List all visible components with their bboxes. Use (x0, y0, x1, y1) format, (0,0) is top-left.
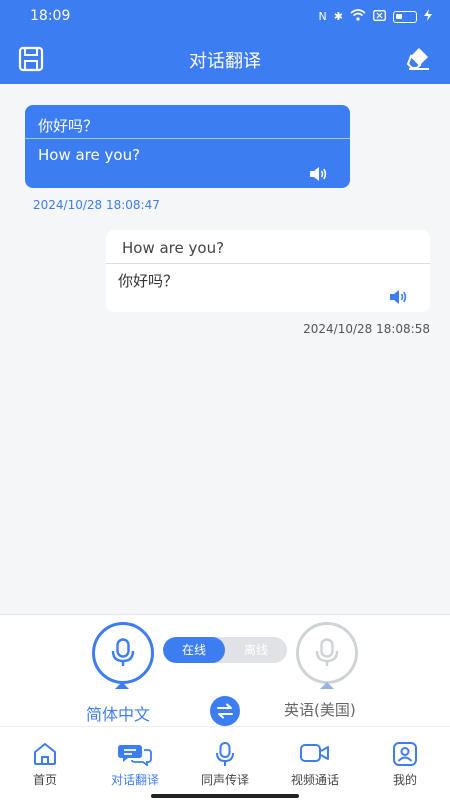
inactive-indicator (320, 682, 334, 689)
tab-label: 视频通话 (290, 773, 339, 787)
message-bubble-left[interactable]: 你好吗？ How are you? (25, 105, 350, 188)
tab-video-call[interactable]: 视频通话 (270, 727, 360, 800)
home-indicator[interactable] (151, 794, 299, 798)
eraser-icon (406, 48, 429, 70)
profile-icon (393, 742, 417, 766)
message-source-text: 你好吗？ (25, 105, 350, 139)
wifi-icon (350, 9, 366, 24)
tab-label: 同声传译 (200, 773, 249, 787)
conversation-list: 你好吗？ How are you? 2024/10/28 18:08:47 Ho… (0, 84, 450, 614)
message-translation-text: How are you? (38, 146, 141, 164)
tab-label: 首页 (32, 773, 57, 787)
nfc-icon: N (318, 10, 327, 23)
status-icons: N ✱ (319, 9, 432, 24)
mode-online[interactable]: 在线 (163, 637, 225, 663)
tab-conversation[interactable]: 对话翻译 (90, 727, 180, 800)
home-icon (34, 743, 56, 765)
speaker-icon[interactable] (388, 289, 408, 305)
page-title: 对话翻译 (189, 51, 261, 72)
message-timestamp: 2024/10/28 18:08:47 (33, 198, 160, 212)
mic-button-source[interactable] (92, 622, 154, 684)
message-translation-text: 你好吗？ (118, 272, 179, 290)
mic-icon (111, 638, 135, 666)
mic-icon (216, 742, 234, 766)
message-timestamp: 2024/10/28 18:08:58 (303, 322, 430, 336)
battery-icon (393, 10, 417, 23)
chat-icon (118, 745, 152, 766)
mode-offline[interactable]: 离线 (225, 637, 287, 663)
clear-button[interactable] (406, 45, 432, 71)
translation-controls: 在线 离线 简体中文 英语(美国) (0, 614, 450, 726)
source-language-select[interactable]: 简体中文 (86, 701, 150, 725)
message-bubble-right[interactable]: How are you? 你好吗？ (106, 230, 430, 312)
tab-label: 我的 (392, 773, 417, 787)
swap-languages-button[interactable] (210, 696, 240, 726)
speaker-icon[interactable] (308, 166, 328, 182)
message-source-text: How are you? (106, 230, 430, 264)
app-bar: 对话翻译 (0, 34, 450, 84)
tab-profile[interactable]: 我的 (360, 727, 450, 800)
video-icon (300, 744, 329, 762)
charging-icon (424, 9, 432, 24)
bottom-tab-bar: 首页 对话翻译 同声传译 视频通话 我的 (0, 726, 450, 800)
tab-home[interactable]: 首页 (0, 727, 90, 800)
bluetooth-icon: ✱ (333, 10, 343, 23)
tab-label: 对话翻译 (110, 773, 159, 787)
sim-icon (373, 9, 386, 24)
active-indicator (115, 682, 129, 689)
swap-icon (217, 703, 233, 719)
mic-icon (315, 638, 339, 666)
status-bar: 18:09 N ✱ (0, 0, 450, 34)
status-time: 18:09 (30, 8, 71, 24)
target-language-select[interactable]: 英语(美国) (284, 699, 356, 720)
online-offline-toggle[interactable]: 在线 离线 (163, 637, 287, 663)
tab-simultaneous[interactable]: 同声传译 (180, 727, 270, 800)
mic-button-target[interactable] (296, 622, 358, 684)
